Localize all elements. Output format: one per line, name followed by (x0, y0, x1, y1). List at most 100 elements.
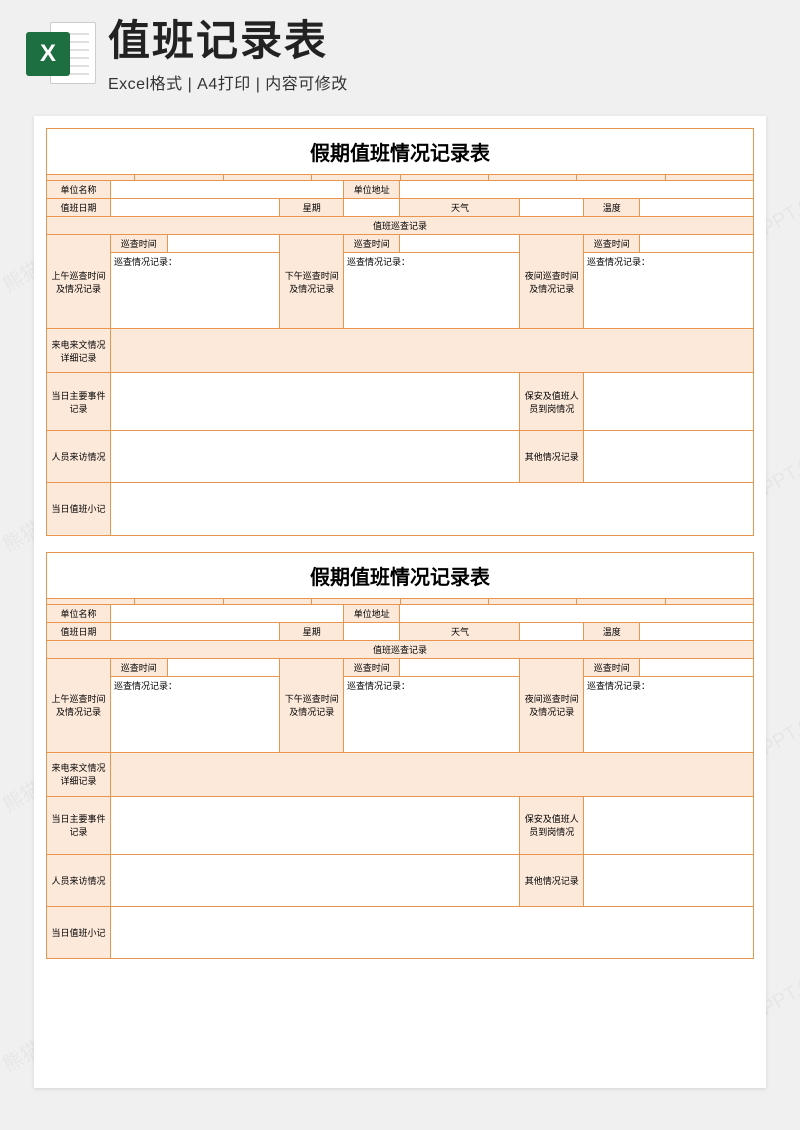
night-patrol-label: 夜间巡查时间及情况记录 (520, 658, 584, 752)
morning-time-value (167, 235, 280, 253)
call-doc-label: 来电来文情况详细记录 (47, 329, 111, 373)
afternoon-record-value: 巡查情况记录： (343, 253, 519, 329)
morning-time-value (167, 658, 280, 676)
date-row: 值班日期 星期 天气 温度 (47, 622, 753, 640)
page-header: X 值班记录表 Excel格式 | A4打印 | 内容可修改 (0, 0, 800, 104)
visitor-row: 人员来访情况 其他情况记录 (47, 854, 753, 906)
diary-value (111, 483, 753, 535)
patrol-record-row: 巡查情况记录： 巡查情况记录： 巡查情况记录： (47, 253, 753, 329)
call-doc-row: 来电来文情况详细记录 (47, 752, 753, 796)
date-row: 值班日期 星期 天气 温度 (47, 199, 753, 217)
other-value (584, 431, 754, 483)
date-value (111, 622, 280, 640)
other-label: 其他情况记录 (520, 854, 584, 906)
night-record-value: 巡查情况记录： (584, 253, 754, 329)
morning-record-value: 巡查情况记录： (111, 253, 280, 329)
afternoon-record-value: 巡查情况记录： (343, 676, 519, 752)
document-preview: 假期值班情况记录表 单位名称 单位地址 值班日期 星期 天气 (34, 116, 766, 1088)
diary-row: 当日值班小记 (47, 906, 753, 958)
night-patrol-label: 夜间巡查时间及情况记录 (520, 235, 584, 329)
form-title: 假期值班情况记录表 (47, 553, 753, 599)
main-event-label: 当日主要事件记录 (47, 373, 111, 431)
afternoon-time-value (400, 658, 520, 676)
unit-addr-label: 单位地址 (343, 605, 399, 623)
patrol-section-header: 值班巡查记录 (47, 640, 753, 658)
security-label: 保安及值班人员到岗情况 (520, 796, 584, 854)
afternoon-patrol-label: 下午巡查时间及情况记录 (280, 235, 344, 329)
main-event-value (111, 373, 520, 431)
visitor-value (111, 431, 520, 483)
patrol-record-row: 巡查情况记录： 巡查情况记录： 巡查情况记录： (47, 676, 753, 752)
main-event-value (111, 796, 520, 854)
week-value (343, 622, 399, 640)
other-label: 其他情况记录 (520, 431, 584, 483)
security-label: 保安及值班人员到岗情况 (520, 373, 584, 431)
temp-label: 温度 (584, 199, 640, 217)
security-value (584, 373, 754, 431)
unit-addr-value (400, 605, 753, 623)
patrol-time-row: 上午巡查时间及情况记录 巡查时间 下午巡查时间及情况记录 巡查时间 夜间巡查时间… (47, 235, 753, 253)
other-value (584, 854, 754, 906)
diary-row: 当日值班小记 (47, 483, 753, 535)
visitor-value (111, 854, 520, 906)
weather-label: 天气 (400, 622, 520, 640)
afternoon-time-value (400, 235, 520, 253)
date-value (111, 199, 280, 217)
excel-icon-letter: X (26, 32, 70, 76)
duty-form-2: 假期值班情况记录表 单位名称 单位地址 值班日期 星期 天气 (46, 552, 754, 960)
patrol-time-label: 巡查时间 (584, 658, 640, 676)
diary-label: 当日值班小记 (47, 483, 111, 535)
patrol-time-label: 巡查时间 (111, 235, 167, 253)
form-title: 假期值班情况记录表 (47, 129, 753, 175)
temp-value (640, 622, 753, 640)
weather-label: 天气 (400, 199, 520, 217)
week-label: 星期 (280, 199, 344, 217)
date-label: 值班日期 (47, 199, 111, 217)
call-doc-label: 来电来文情况详细记录 (47, 752, 111, 796)
temp-value (640, 199, 753, 217)
night-time-value (640, 235, 753, 253)
security-value (584, 796, 754, 854)
night-time-value (640, 658, 753, 676)
night-record-value: 巡查情况记录： (584, 676, 754, 752)
unit-addr-label: 单位地址 (343, 181, 399, 199)
excel-icon: X (26, 20, 96, 90)
week-value (343, 199, 399, 217)
main-event-row: 当日主要事件记录 保安及值班人员到岗情况 (47, 373, 753, 431)
page-title: 值班记录表 (108, 20, 348, 62)
unit-name-value (111, 181, 344, 199)
date-label: 值班日期 (47, 622, 111, 640)
diary-value (111, 906, 753, 958)
unit-name-value (111, 605, 344, 623)
patrol-time-label: 巡查时间 (111, 658, 167, 676)
morning-patrol-label: 上午巡查时间及情况记录 (47, 235, 111, 329)
page-subtitle: Excel格式 | A4打印 | 内容可修改 (108, 70, 348, 94)
visitor-label: 人员来访情况 (47, 854, 111, 906)
unit-row: 单位名称 单位地址 (47, 605, 753, 623)
patrol-time-row: 上午巡查时间及情况记录 巡查时间 下午巡查时间及情况记录 巡查时间 夜间巡查时间… (47, 658, 753, 676)
unit-row: 单位名称 单位地址 (47, 181, 753, 199)
weather-value (520, 622, 584, 640)
call-doc-row: 来电来文情况详细记录 (47, 329, 753, 373)
visitor-row: 人员来访情况 其他情况记录 (47, 431, 753, 483)
patrol-time-label: 巡查时间 (343, 658, 399, 676)
unit-name-label: 单位名称 (47, 181, 111, 199)
unit-addr-value (400, 181, 753, 199)
temp-label: 温度 (584, 622, 640, 640)
main-event-row: 当日主要事件记录 保安及值班人员到岗情况 (47, 796, 753, 854)
morning-patrol-label: 上午巡查时间及情况记录 (47, 658, 111, 752)
call-doc-value (111, 329, 753, 373)
call-doc-value (111, 752, 753, 796)
afternoon-patrol-label: 下午巡查时间及情况记录 (280, 658, 344, 752)
diary-label: 当日值班小记 (47, 906, 111, 958)
unit-name-label: 单位名称 (47, 605, 111, 623)
patrol-time-label: 巡查时间 (584, 235, 640, 253)
week-label: 星期 (280, 622, 344, 640)
duty-form-1: 假期值班情况记录表 单位名称 单位地址 值班日期 星期 天气 (46, 128, 754, 536)
morning-record-value: 巡查情况记录： (111, 676, 280, 752)
patrol-time-label: 巡查时间 (343, 235, 399, 253)
main-event-label: 当日主要事件记录 (47, 796, 111, 854)
visitor-label: 人员来访情况 (47, 431, 111, 483)
weather-value (520, 199, 584, 217)
patrol-section-header: 值班巡查记录 (47, 217, 753, 235)
